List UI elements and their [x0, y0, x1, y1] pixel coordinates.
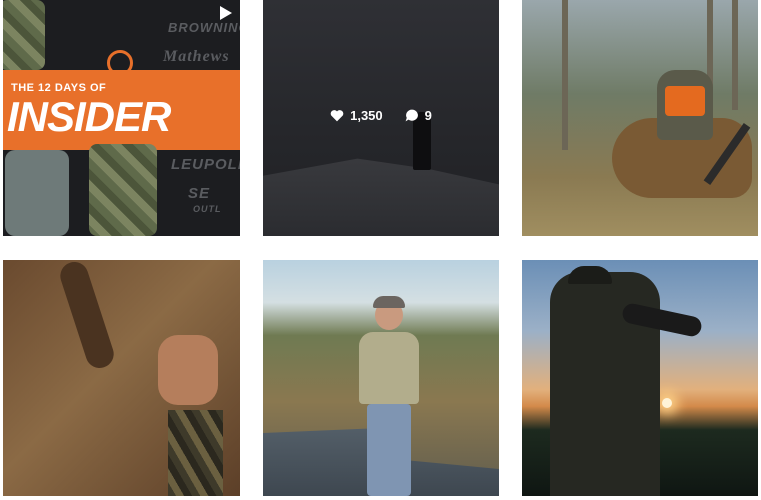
post-tile-creek-speaker[interactable] [263, 260, 499, 496]
hand [158, 335, 218, 405]
likes-stat: 1,350 [330, 108, 383, 123]
antler [56, 260, 118, 372]
post-tile-sunset-glassing[interactable] [522, 260, 758, 496]
post-tile-dusk-hunter[interactable]: 1,350 9 [263, 0, 499, 236]
jeans [367, 404, 411, 496]
brand-logo-4: SE [188, 185, 211, 202]
hover-stats: 1,350 9 [263, 108, 499, 123]
camo-backpack [89, 144, 157, 236]
grey-backpack [5, 150, 69, 236]
post-tile-12-days-insider[interactable]: BROWNING Mathews THE 12 DAYS OF INSIDER … [3, 0, 240, 236]
camo-sleeve [168, 410, 223, 496]
cap [373, 296, 405, 308]
brand-logo-5: OUTL [193, 204, 222, 214]
promo-banner: THE 12 DAYS OF INSIDER [3, 70, 240, 150]
comment-bubble-icon [405, 109, 418, 122]
comments-stat: 9 [405, 108, 432, 123]
likes-count: 1,350 [350, 108, 383, 123]
brand-logo-2: Mathews [163, 48, 230, 65]
snowy-ridge [263, 158, 499, 236]
brand-logo-1: BROWNING [168, 20, 240, 35]
setting-sun [662, 398, 672, 408]
tree-trunk [732, 0, 738, 110]
brand-logo-3: LEUPOLD [171, 156, 240, 173]
sweater [359, 332, 419, 404]
orange-vest [665, 86, 705, 116]
promo-title: INSIDER [7, 93, 171, 140]
heart-icon [330, 110, 344, 122]
tree-trunk [562, 0, 568, 150]
video-play-icon [220, 6, 232, 20]
comments-count: 9 [424, 108, 432, 123]
camo-backpack-left [3, 0, 45, 70]
speaker-figure [353, 296, 425, 496]
post-tile-antler-closeup[interactable] [3, 260, 240, 496]
cap [568, 266, 612, 284]
post-tile-elk-hunter[interactable] [522, 0, 758, 236]
